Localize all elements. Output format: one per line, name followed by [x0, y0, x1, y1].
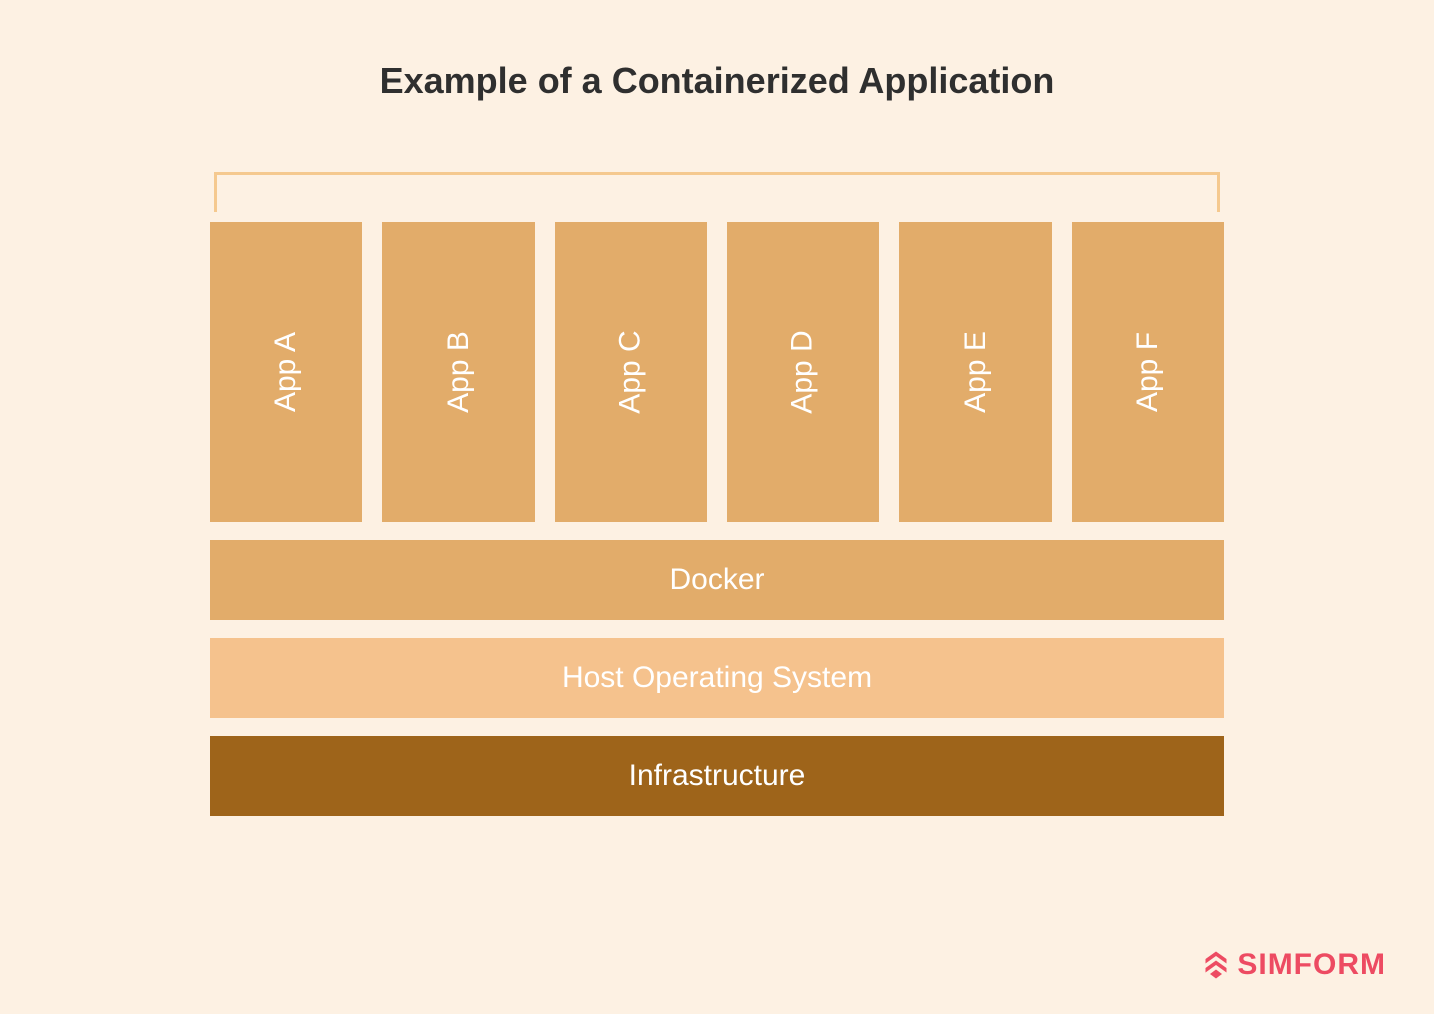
apps-row: App A App B App C App D App E App F	[210, 222, 1224, 522]
app-block: App B	[382, 222, 534, 522]
app-label: App E	[958, 331, 992, 413]
app-block: App C	[555, 222, 707, 522]
brand-logo: SIMFORM	[1201, 948, 1386, 982]
infrastructure-label: Infrastructure	[629, 759, 806, 793]
app-label: App C	[614, 330, 648, 413]
apps-bracket	[214, 172, 1220, 212]
app-label: App A	[269, 332, 303, 412]
brand-name: SIMFORM	[1237, 948, 1386, 982]
app-block: App D	[727, 222, 879, 522]
app-label: App F	[1131, 332, 1165, 412]
host-os-label: Host Operating System	[562, 661, 872, 695]
diagram-container: Example of a Containerized Application A…	[0, 0, 1434, 816]
brand-icon	[1201, 950, 1231, 980]
diagram-title: Example of a Containerized Application	[210, 60, 1224, 102]
infrastructure-layer: Infrastructure	[210, 736, 1224, 816]
docker-label: Docker	[669, 563, 764, 597]
app-label: App B	[441, 331, 475, 413]
app-block: App A	[210, 222, 362, 522]
app-block: App E	[899, 222, 1051, 522]
app-label: App D	[786, 330, 820, 413]
docker-layer: Docker	[210, 540, 1224, 620]
host-os-layer: Host Operating System	[210, 638, 1224, 718]
app-block: App F	[1072, 222, 1224, 522]
